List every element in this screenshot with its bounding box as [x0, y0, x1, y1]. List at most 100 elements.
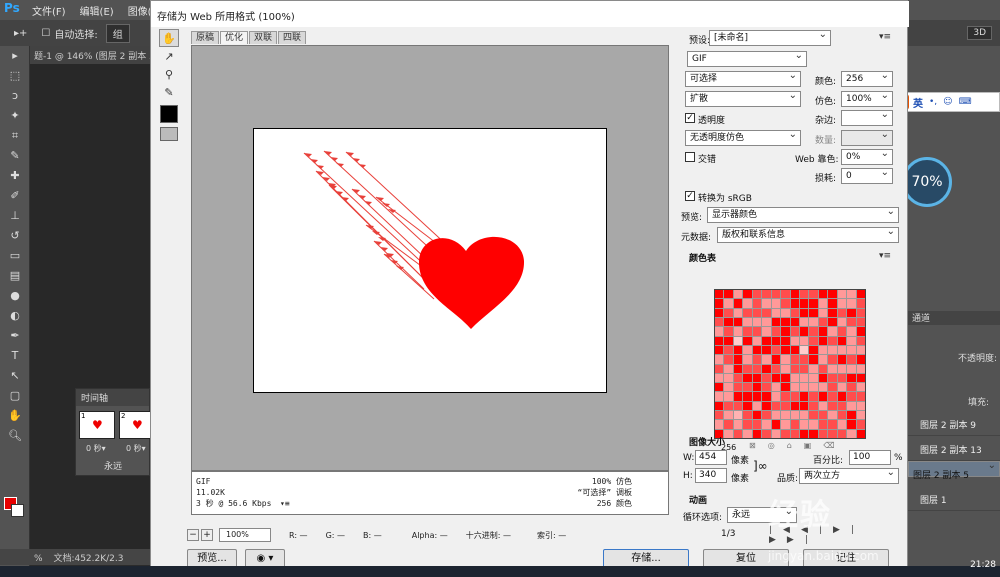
color-swatch[interactable]: [733, 336, 743, 345]
color-swatch[interactable]: [847, 401, 856, 411]
channels-tab[interactable]: 通道: [908, 311, 1000, 325]
color-swatch[interactable]: [856, 308, 865, 317]
color-swatch[interactable]: [818, 345, 828, 355]
color-swatch[interactable]: [818, 355, 828, 364]
color-swatch[interactable]: [724, 401, 733, 411]
color-swatch[interactable]: [715, 392, 724, 401]
color-swatch[interactable]: [837, 327, 847, 336]
zoom-tool-icon[interactable]: 🔍︎: [0, 426, 30, 446]
color-swatch[interactable]: [790, 401, 799, 411]
color-swatch[interactable]: [724, 420, 733, 429]
color-swatch[interactable]: [781, 336, 790, 345]
stamp-tool-icon[interactable]: ⊥: [0, 206, 30, 226]
color-swatch[interactable]: [733, 308, 743, 317]
color-swatch[interactable]: [743, 373, 752, 383]
color-swatch[interactable]: [733, 355, 743, 364]
color-swatch[interactable]: [771, 383, 781, 392]
color-swatch[interactable]: [771, 308, 781, 317]
color-swatch[interactable]: [715, 373, 724, 383]
color-swatch[interactable]: [828, 345, 837, 355]
menu-edit[interactable]: 编辑(E): [80, 3, 114, 18]
color-swatch[interactable]: [828, 308, 837, 317]
color-swatch[interactable]: [790, 317, 799, 327]
color-swatch[interactable]: [847, 392, 856, 401]
zoom-out-button[interactable]: −: [187, 529, 199, 541]
color-swatch[interactable]: [733, 420, 743, 429]
last-frame-icon[interactable]: ▶|: [787, 535, 819, 545]
color-swatch[interactable]: [762, 290, 771, 299]
color-swatch[interactable]: [799, 373, 809, 383]
color-swatch[interactable]: [762, 420, 771, 429]
color-swatch[interactable]: [847, 299, 856, 308]
color-swatch[interactable]: [771, 373, 781, 383]
color-swatch[interactable]: [809, 327, 818, 336]
color-swatch[interactable]: [837, 317, 847, 327]
color-swatch[interactable]: [724, 308, 733, 317]
tab-4up[interactable]: 四联: [278, 31, 307, 44]
interlaced-checkbox[interactable]: [685, 152, 695, 162]
color-swatch[interactable]: [837, 429, 847, 438]
color-swatch[interactable]: [818, 392, 828, 401]
color-swatch[interactable]: [837, 411, 847, 420]
tab-optimized[interactable]: 优化: [220, 31, 249, 44]
color-swatch[interactable]: [809, 299, 818, 308]
color-swatch[interactable]: [828, 327, 837, 336]
color-swatch[interactable]: [837, 345, 847, 355]
height-input[interactable]: 340: [695, 468, 727, 483]
color-swatch[interactable]: [733, 345, 743, 355]
color-swatch[interactable]: [828, 401, 837, 411]
color-swatch[interactable]: [828, 317, 837, 327]
delete-color-icon[interactable]: ⌫: [823, 441, 846, 450]
hand-tool-icon[interactable]: ✋: [159, 29, 179, 47]
color-swatch[interactable]: [715, 401, 724, 411]
layer-row[interactable]: 图层 2 副本 13: [908, 436, 1000, 461]
convert-srgb-checkbox[interactable]: ✓: [685, 191, 695, 201]
color-swatch[interactable]: [837, 373, 847, 383]
color-swatch[interactable]: [752, 299, 762, 308]
color-swatch[interactable]: [828, 429, 837, 438]
color-swatch[interactable]: [715, 336, 724, 345]
color-table-menu-icon[interactable]: ▾≡: [879, 251, 891, 261]
color-swatch[interactable]: [847, 373, 856, 383]
color-swatch[interactable]: [724, 345, 733, 355]
history-brush-icon[interactable]: ↺: [0, 226, 30, 246]
color-swatch[interactable]: [799, 290, 809, 299]
color-swatch[interactable]: [818, 373, 828, 383]
zoom-level-select[interactable]: 100%: [219, 528, 271, 542]
color-swatch[interactable]: [837, 355, 847, 364]
color-swatch[interactable]: [762, 355, 771, 364]
color-swatch[interactable]: [771, 327, 781, 336]
color-swatch[interactable]: [790, 411, 799, 420]
color-swatch[interactable]: [715, 420, 724, 429]
color-swatch[interactable]: [790, 420, 799, 429]
menu-file[interactable]: 文件(F): [32, 3, 66, 18]
timeline-loop-select[interactable]: 永远: [104, 459, 122, 472]
color-swatch[interactable]: [847, 327, 856, 336]
zoom-tool-icon[interactable]: ⚲: [159, 65, 179, 83]
color-swatch[interactable]: [847, 336, 856, 345]
type-tool-icon[interactable]: T: [0, 346, 30, 366]
color-swatch[interactable]: [743, 392, 752, 401]
color-swatch[interactable]: [828, 373, 837, 383]
color-swatch[interactable]: [799, 411, 809, 420]
color-swatch[interactable]: [799, 429, 809, 438]
color-swatch[interactable]: [733, 383, 743, 392]
color-swatch[interactable]: [762, 383, 771, 392]
color-swatch[interactable]: [743, 383, 752, 392]
color-swatch[interactable]: [809, 290, 818, 299]
blur-tool-icon[interactable]: ●: [0, 286, 30, 306]
color-swatch[interactable]: [743, 364, 752, 373]
crop-tool-icon[interactable]: ⌗: [0, 126, 30, 146]
color-swatch[interactable]: [818, 327, 828, 336]
preview-select[interactable]: 显示器颜色: [707, 205, 899, 223]
color-swatch[interactable]: [818, 299, 828, 308]
color-swatch[interactable]: [818, 383, 828, 392]
color-swatch[interactable]: [781, 345, 790, 355]
color-swatch[interactable]: [828, 290, 837, 299]
constrain-proportions-icon[interactable]: ]∞: [753, 459, 768, 473]
dither-algorithm-select[interactable]: 扩散: [685, 89, 801, 107]
color-swatch[interactable]: [771, 345, 781, 355]
color-swatch[interactable]: [762, 373, 771, 383]
color-swatch[interactable]: [724, 373, 733, 383]
color-swatch[interactable]: [837, 392, 847, 401]
